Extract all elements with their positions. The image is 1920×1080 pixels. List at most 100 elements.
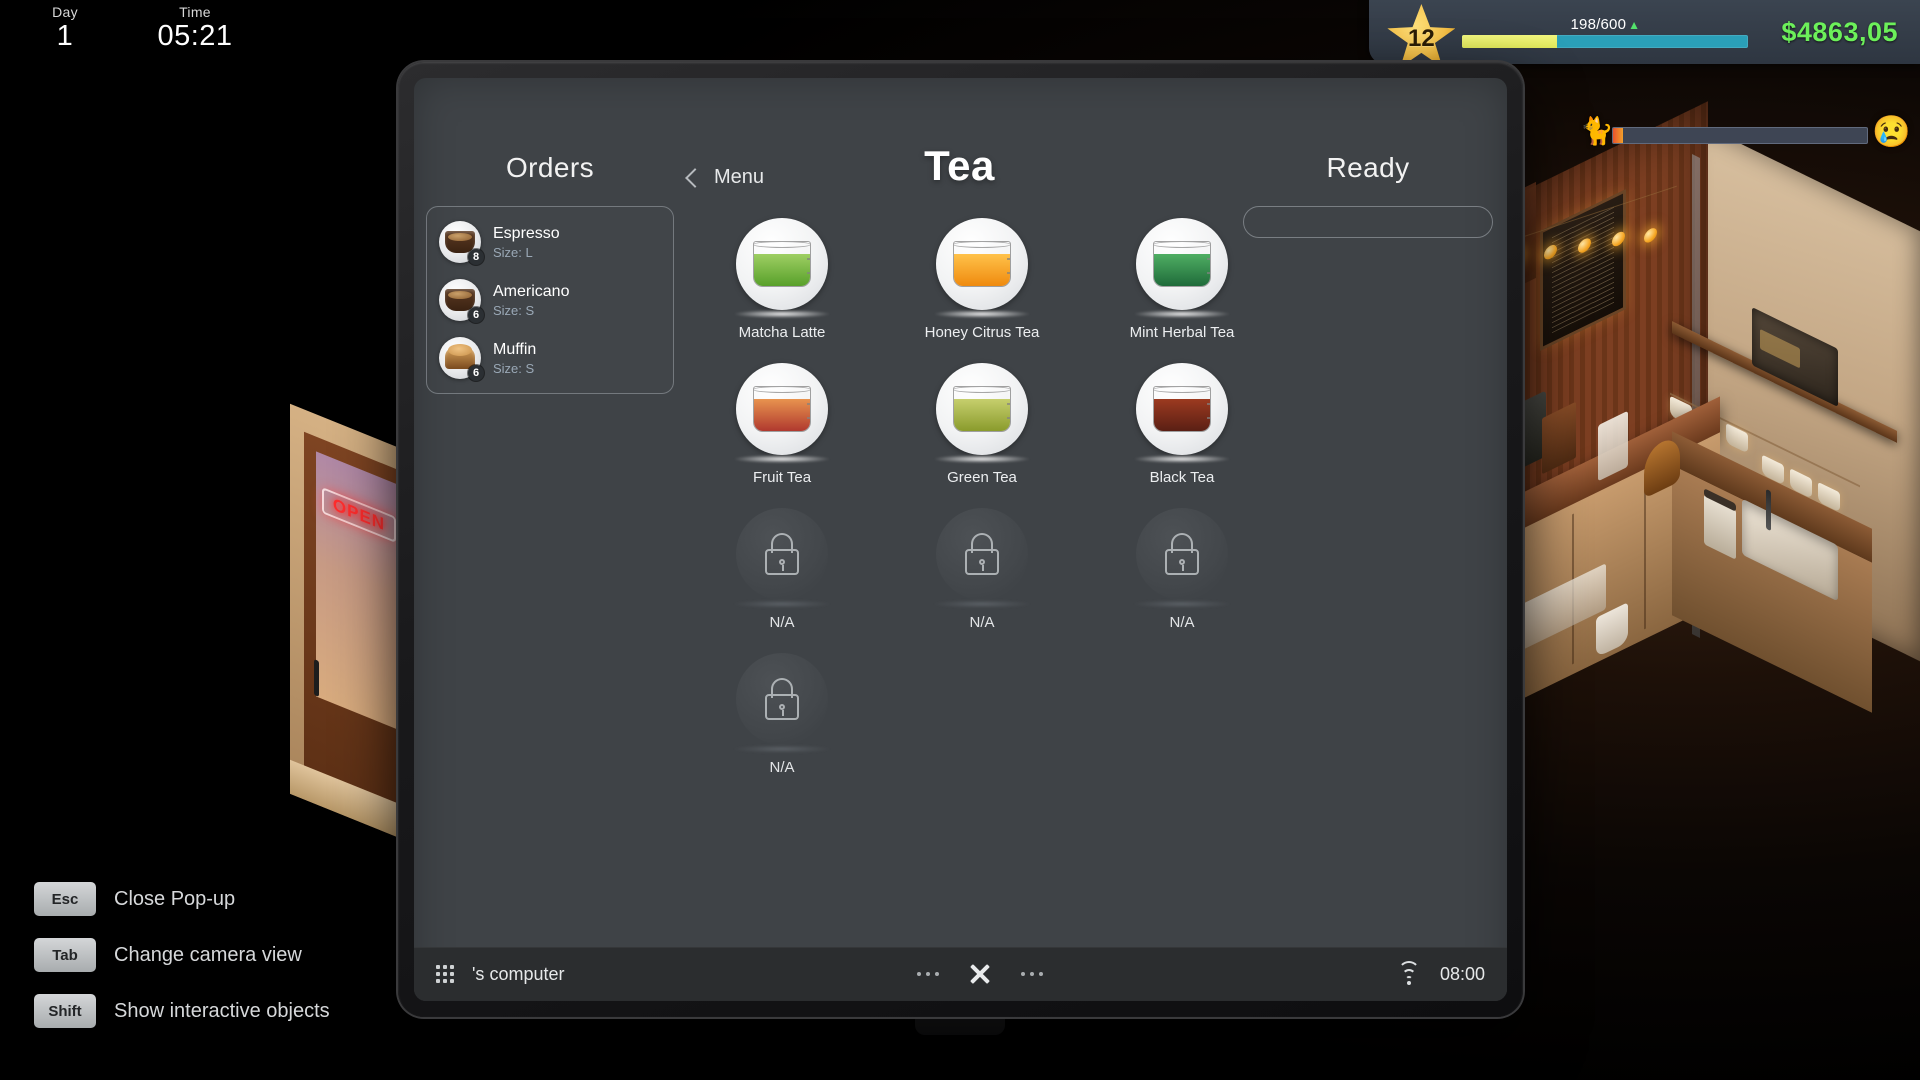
mint-herbal-tea-icon	[1153, 241, 1211, 287]
order-item[interactable]: 6 Americano Size: S	[439, 279, 661, 323]
level-value: 12	[1408, 25, 1435, 52]
item-glow	[1134, 455, 1230, 463]
keycap: Shift	[34, 994, 96, 1028]
item-disc	[1136, 363, 1228, 455]
item-shadow	[734, 745, 830, 753]
xp-progress-fill	[1462, 35, 1557, 48]
order-text: Muffin Size: S	[493, 340, 536, 377]
key-hint-action: Change camera view	[114, 943, 302, 966]
item-glow	[734, 310, 830, 318]
chevron-left-icon	[682, 168, 702, 188]
menu-item-grid: Matcha Latte Honey Citrus Tea Mint Herbal …	[682, 208, 1237, 776]
lock-icon	[761, 531, 803, 577]
money-value: $4863,05	[1781, 16, 1898, 47]
menu-item-label: N/A	[969, 614, 995, 631]
key-hint: Esc Close Pop-up	[34, 882, 330, 916]
day-time-display: Day 1 Time 05:21	[0, 4, 260, 53]
order-item[interactable]: 8 Espresso Size: L	[439, 221, 661, 265]
taskbar-right-dots-icon	[1021, 972, 1044, 976]
close-x-icon[interactable]	[965, 959, 995, 989]
item-glow	[734, 455, 830, 463]
xp-block: 198/600 ▲	[1455, 16, 1755, 48]
menu-item-label: N/A	[769, 614, 795, 631]
key-hint: Shift Show interactive objects	[34, 994, 330, 1028]
day-block: Day 1	[0, 4, 130, 53]
wifi-icon[interactable]	[1396, 961, 1422, 985]
item-disc	[736, 363, 828, 455]
muffin-icon: 6	[439, 337, 484, 381]
item-shadow	[1134, 600, 1230, 608]
item-glow	[934, 310, 1030, 318]
black-tea-icon	[1153, 386, 1211, 432]
menu-item[interactable]: Black Tea	[1082, 353, 1282, 486]
top-hud: Day 1 Time 05:21 12 198/600 ▲ $4863,05	[0, 0, 1920, 68]
item-disc	[736, 218, 828, 310]
crying-face-icon: 😢	[1872, 114, 1911, 149]
menu-item-label: Matcha Latte	[738, 324, 826, 341]
day-value: 1	[56, 20, 74, 52]
faucet	[1766, 488, 1771, 532]
ready-title: Ready	[1326, 152, 1410, 183]
progress-hud: 12 198/600 ▲ $4863,05	[1369, 0, 1920, 68]
green-tea-icon	[953, 386, 1011, 432]
key-hint-action: Show interactive objects	[114, 999, 330, 1022]
order-count-badge: 6	[468, 307, 484, 323]
menu-item-label: Black Tea	[1149, 469, 1215, 486]
taskbar-left-dots-icon	[917, 972, 940, 976]
back-label: Menu	[714, 166, 765, 188]
cat-icon: 🐈	[1580, 116, 1614, 146]
page-title: Tea	[924, 142, 995, 189]
menu-panel: Menu Tea Matcha Latte Honey Citrus Tea Min…	[682, 142, 1237, 776]
time-value: 05:21	[157, 20, 233, 52]
time-block: Time 05:21	[130, 4, 260, 53]
ready-slot-empty[interactable]	[1243, 206, 1493, 238]
game-screen: OPEN Day 1 Time 05:21 12 198/600 ▲ $4863…	[0, 0, 1920, 1080]
matcha-latte-icon	[753, 241, 811, 287]
back-to-menu-button[interactable]: Menu	[682, 166, 764, 189]
key-hint-action: Close Pop-up	[114, 887, 236, 910]
item-disc	[936, 218, 1028, 310]
cafe-room	[1470, 101, 1920, 713]
order-name: Espresso	[493, 224, 560, 242]
taskbar-clock: 08:00	[1439, 963, 1485, 984]
xp-value: 198/600	[1570, 16, 1627, 33]
time-label: Time	[179, 4, 211, 20]
lock-icon	[761, 676, 803, 722]
menu-item[interactable]: Matcha Latte	[682, 208, 882, 341]
menu-item-label: Honey Citrus Tea	[924, 324, 1040, 341]
menu-item[interactable]: Green Tea	[882, 353, 1082, 486]
xp-up-arrow-icon: ▲	[1628, 17, 1641, 32]
espresso-cup-icon: 8	[439, 221, 484, 265]
level-star-icon: 12	[1387, 4, 1456, 70]
honey-citrus-tea-icon	[953, 241, 1011, 287]
item-glow	[934, 455, 1030, 463]
xp-progress-bar	[1462, 35, 1749, 48]
orders-title: Orders	[506, 152, 594, 183]
key-hints: Esc Close Pop-up Tab Change camera view Shif…	[34, 882, 330, 1028]
app-grid-icon[interactable]	[436, 965, 454, 983]
monitor-screen: Orders 8 Espresso Size: L 6 Americano Size: S…	[414, 78, 1507, 1001]
item-glow	[1134, 310, 1230, 318]
menu-item-label: N/A	[1169, 614, 1195, 631]
order-item[interactable]: 6 Muffin Size: S	[439, 337, 661, 381]
menu-item[interactable]: Fruit Tea	[682, 353, 882, 486]
menu-item-locked: N/A	[1082, 498, 1282, 631]
locked-disc	[936, 508, 1028, 600]
menu-item-label: Fruit Tea	[752, 469, 812, 486]
order-text: Espresso Size: L	[493, 224, 560, 261]
patience-track	[1612, 126, 1868, 144]
key-hint: Tab Change camera view	[34, 938, 330, 972]
order-size: Size: S	[493, 302, 535, 318]
menu-item-locked: N/A	[882, 498, 1082, 631]
menu-item[interactable]: Honey Citrus Tea	[882, 208, 1082, 341]
taskbar-tray: 08:00	[1396, 961, 1485, 985]
item-shadow	[934, 600, 1030, 608]
order-count-badge: 6	[468, 365, 484, 381]
order-name: Americano	[493, 282, 570, 300]
item-shadow	[734, 600, 830, 608]
locked-disc	[736, 508, 828, 600]
order-count-badge: 8	[468, 249, 484, 265]
menu-item-locked: N/A	[682, 643, 882, 776]
patience-fill	[1613, 127, 1624, 143]
cafe-pos-app: Orders 8 Espresso Size: L 6 Americano Size: S…	[414, 78, 1507, 947]
